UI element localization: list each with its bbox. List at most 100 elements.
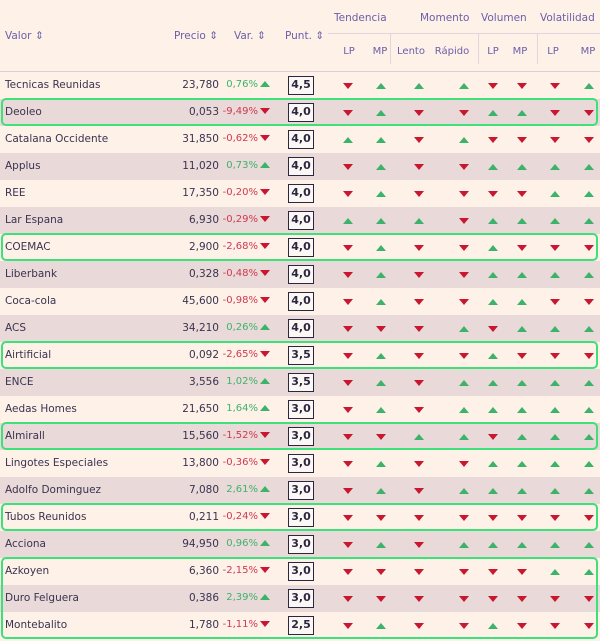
header-precio[interactable]: Precio ⇕ bbox=[174, 30, 218, 42]
table-row[interactable]: Applus 11,020 0,73% 4,0 bbox=[0, 153, 600, 180]
arrow-up-icon bbox=[517, 407, 527, 413]
header-group-tendencia: Tendencia bbox=[334, 12, 387, 24]
arrow-up-icon bbox=[488, 407, 498, 413]
stock-name[interactable]: Tecnicas Reunidas bbox=[5, 79, 101, 91]
arrow-down-icon bbox=[260, 135, 270, 141]
stock-name[interactable]: ENCE bbox=[5, 376, 33, 388]
table-row[interactable]: ENCE 3,556 1,02% 3,5 bbox=[0, 369, 600, 396]
arrow-up-icon bbox=[260, 324, 270, 330]
stock-name[interactable]: Lingotes Especiales bbox=[5, 457, 108, 469]
arrow-down-icon bbox=[414, 407, 424, 413]
arrow-down-icon bbox=[414, 326, 424, 332]
arrow-up-icon bbox=[488, 353, 498, 359]
stock-price: 2,900 bbox=[188, 241, 219, 253]
arrow-down-icon bbox=[488, 137, 498, 143]
stock-name[interactable]: Aedas Homes bbox=[5, 403, 77, 415]
stock-name[interactable]: ACS bbox=[5, 322, 26, 334]
score-badge: 3,5 bbox=[288, 373, 314, 392]
arrow-up-icon bbox=[550, 434, 560, 440]
stock-name[interactable]: Deoleo bbox=[5, 106, 42, 118]
arrow-up-icon bbox=[260, 162, 270, 168]
stock-name[interactable]: Adolfo Dominguez bbox=[5, 484, 101, 496]
arrow-down-icon bbox=[459, 596, 469, 602]
stock-name[interactable]: REE bbox=[5, 187, 26, 199]
table-row[interactable]: Montebalito 1,780 -1,11% 2,5 bbox=[0, 612, 600, 639]
stock-name[interactable]: Duro Felguera bbox=[5, 592, 79, 604]
arrow-down-icon bbox=[260, 432, 270, 438]
table-row[interactable]: Aedas Homes 21,650 1,64% 3,0 bbox=[0, 396, 600, 423]
table-row[interactable]: Adolfo Dominguez 7,080 2,61% 3,0 bbox=[0, 477, 600, 504]
stock-name[interactable]: Airtificial bbox=[5, 349, 51, 361]
stock-name[interactable]: Coca-cola bbox=[5, 295, 56, 307]
stock-price: 0,386 bbox=[188, 592, 219, 604]
arrow-down-icon bbox=[260, 297, 270, 303]
header-valor[interactable]: Valor ⇕ bbox=[5, 30, 44, 42]
stock-name[interactable]: Catalana Occidente bbox=[5, 133, 108, 145]
table-row[interactable]: Lingotes Especiales 13,800 -0,36% 3,0 bbox=[0, 450, 600, 477]
arrow-up-icon bbox=[488, 299, 498, 305]
arrow-down-icon bbox=[550, 596, 560, 602]
table-row[interactable]: Tecnicas Reunidas 23,780 0,76% 4,5 bbox=[0, 72, 600, 99]
table-row[interactable]: Duro Felguera 0,386 2,39% 3,0 bbox=[0, 585, 600, 612]
arrow-down-icon bbox=[517, 137, 527, 143]
arrow-up-icon bbox=[459, 434, 469, 440]
arrow-up-icon bbox=[376, 272, 386, 278]
stock-name[interactable]: Almirall bbox=[5, 430, 45, 442]
score-badge: 3,0 bbox=[288, 562, 314, 581]
score-badge: 3,0 bbox=[288, 400, 314, 419]
header-var[interactable]: Var. ⇕ bbox=[234, 30, 266, 42]
table-row[interactable]: Acciona 94,950 0,96% 3,0 bbox=[0, 531, 600, 558]
score-badge: 3,0 bbox=[288, 508, 314, 527]
sort-updown-icon: ⇕ bbox=[34, 30, 44, 42]
arrow-up-icon bbox=[488, 164, 498, 170]
table-row[interactable]: Catalana Occidente 31,850 -0,62% 4,0 bbox=[0, 126, 600, 153]
stock-variation: 0,96% bbox=[226, 538, 270, 549]
arrow-down-icon bbox=[488, 515, 498, 521]
arrow-down-icon bbox=[414, 299, 424, 305]
arrow-down-icon bbox=[414, 542, 424, 548]
table-row[interactable]: Liberbank 0,328 -0,48% 4,0 bbox=[0, 261, 600, 288]
stock-price: 15,560 bbox=[182, 430, 219, 442]
arrow-up-icon bbox=[517, 164, 527, 170]
table-row[interactable]: ACS 34,210 0,26% 4,0 bbox=[0, 315, 600, 342]
table-row[interactable]: Azkoyen 6,360 -2,15% 3,0 bbox=[0, 558, 600, 585]
stock-name[interactable]: COEMAC bbox=[5, 241, 51, 253]
table-row[interactable]: Tubos Reunidos 0,211 -0,24% 3,0 bbox=[0, 504, 600, 531]
score-badge: 3,0 bbox=[288, 454, 314, 473]
table-row[interactable]: Almirall 15,560 -1,52% 3,0 bbox=[0, 423, 600, 450]
stock-name[interactable]: Liberbank bbox=[5, 268, 57, 280]
stock-variation: 0,26% bbox=[226, 322, 270, 333]
header-divider bbox=[537, 34, 538, 64]
table-row[interactable]: Lar Espana 6,930 -0,29% 4,0 bbox=[0, 207, 600, 234]
arrow-up-icon bbox=[343, 218, 353, 224]
stock-name[interactable]: Acciona bbox=[5, 538, 46, 550]
stock-name[interactable]: Tubos Reunidos bbox=[5, 511, 86, 523]
arrow-down-icon bbox=[459, 569, 469, 575]
arrow-up-icon bbox=[488, 272, 498, 278]
stock-name[interactable]: Azkoyen bbox=[5, 565, 49, 577]
stock-name[interactable]: Montebalito bbox=[5, 619, 67, 631]
table-row[interactable]: COEMAC 2,900 -2,68% 4,0 bbox=[0, 234, 600, 261]
score-badge: 4,5 bbox=[288, 76, 314, 95]
arrow-up-icon bbox=[376, 488, 386, 494]
stock-name[interactable]: Applus bbox=[5, 160, 41, 172]
header-punt[interactable]: Punt. ⇕ bbox=[285, 30, 324, 42]
stock-name[interactable]: Lar Espana bbox=[5, 214, 63, 226]
arrow-up-icon bbox=[376, 110, 386, 116]
arrow-up-icon bbox=[260, 486, 270, 492]
variation-value: -2,15% bbox=[222, 565, 258, 576]
arrow-up-icon bbox=[584, 380, 594, 386]
score-badge: 3,5 bbox=[288, 346, 314, 365]
arrow-up-icon bbox=[488, 542, 498, 548]
table-row[interactable]: Airtificial 0,092 -2,65% 3,5 bbox=[0, 342, 600, 369]
table-row[interactable]: REE 17,350 -0,20% 4,0 bbox=[0, 180, 600, 207]
stock-variation: 0,73% bbox=[226, 160, 270, 171]
variation-value: 1,02% bbox=[226, 376, 258, 387]
table-row[interactable]: Coca-cola 45,600 -0,98% 4,0 bbox=[0, 288, 600, 315]
arrow-down-icon bbox=[517, 515, 527, 521]
sort-updown-icon: ⇕ bbox=[315, 30, 325, 42]
arrow-down-icon bbox=[550, 353, 560, 359]
arrow-down-icon bbox=[260, 621, 270, 627]
table-row[interactable]: Deoleo 0,053 -9,49% 4,0 bbox=[0, 99, 600, 126]
arrow-up-icon bbox=[584, 569, 594, 575]
